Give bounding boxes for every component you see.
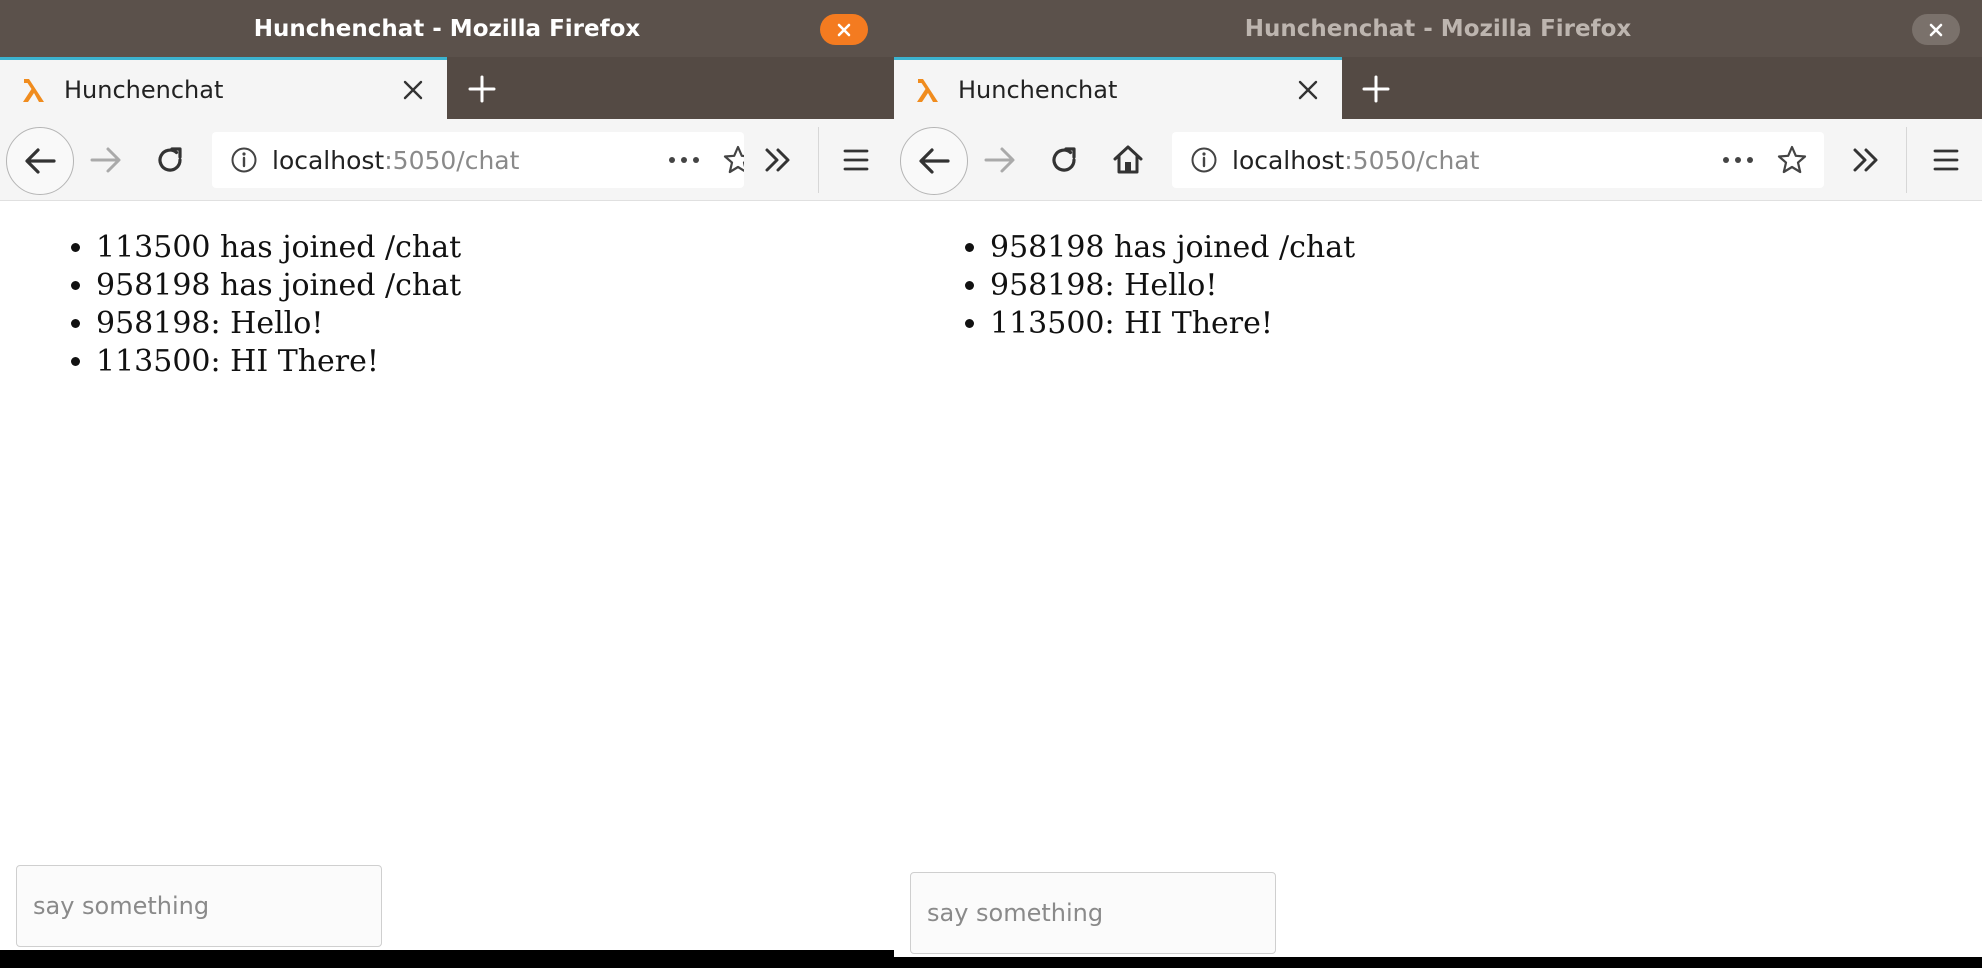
window-close-button[interactable] xyxy=(820,14,868,45)
chat-message: 958198 has joined /chat xyxy=(990,229,1355,267)
hamburger-menu-icon xyxy=(843,149,869,171)
bookmark-star-button[interactable] xyxy=(1776,144,1808,180)
navigation-toolbar: localhost:5050/chat xyxy=(894,119,1982,201)
chat-message: 113500 has joined /chat xyxy=(96,229,461,267)
window-close-button[interactable] xyxy=(1912,14,1960,45)
info-icon xyxy=(1191,147,1217,173)
plus-icon xyxy=(468,75,496,103)
close-icon xyxy=(1298,80,1318,99)
forward-arrow-icon xyxy=(984,147,1015,173)
reload-icon xyxy=(1052,147,1076,172)
plus-icon xyxy=(1362,75,1390,103)
firefox-window-left: Hunchenchat - Mozilla Firefox Hunchencha… xyxy=(0,0,894,950)
chat-message: 958198 has joined /chat xyxy=(96,267,461,305)
url-text: localhost:5050/chat xyxy=(272,146,519,175)
app-menu-button[interactable] xyxy=(834,138,878,182)
back-button[interactable] xyxy=(6,127,74,195)
tab-strip: Hunchenchat xyxy=(894,57,1982,119)
chat-message: 958198: Hello! xyxy=(990,267,1355,305)
new-tab-button[interactable] xyxy=(1354,67,1398,111)
forward-arrow-icon xyxy=(90,147,121,173)
tab-close-button[interactable] xyxy=(1288,70,1328,110)
url-text: localhost:5050/chat xyxy=(1232,146,1479,175)
star-icon xyxy=(723,145,744,174)
window-title: Hunchenchat - Mozilla Firefox xyxy=(253,15,641,42)
firefox-window-right: Hunchenchat - Mozilla Firefox Hunchencha… xyxy=(894,0,1982,957)
overflow-menu-button[interactable] xyxy=(1844,138,1888,182)
new-tab-button[interactable] xyxy=(460,67,504,111)
page-content: 958198 has joined /chat 958198: Hello! 1… xyxy=(894,201,1982,957)
home-button[interactable] xyxy=(1106,138,1150,182)
toolbar-separator xyxy=(818,127,819,193)
hamburger-menu-icon xyxy=(1933,149,1959,171)
overflow-menu-button[interactable] xyxy=(756,138,800,182)
back-button[interactable] xyxy=(900,127,968,195)
url-path: :5050/chat xyxy=(384,145,520,175)
back-arrow-icon xyxy=(919,148,950,174)
close-icon xyxy=(1929,23,1943,36)
window-title: Hunchenchat - Mozilla Firefox xyxy=(1244,15,1632,42)
tab-hunchenchat[interactable]: Hunchenchat xyxy=(0,57,447,119)
url-host: localhost xyxy=(272,145,385,175)
chat-message: 113500: HI There! xyxy=(990,305,1355,343)
star-icon xyxy=(1777,145,1807,174)
page-content: 113500 has joined /chat 958198 has joine… xyxy=(0,201,894,950)
forward-button[interactable] xyxy=(84,138,128,182)
url-bar[interactable]: localhost:5050/chat xyxy=(1172,132,1824,188)
page-actions-button[interactable] xyxy=(666,146,702,178)
forward-button[interactable] xyxy=(978,138,1022,182)
close-icon xyxy=(403,80,423,99)
lambda-icon xyxy=(16,72,52,108)
window-titlebar[interactable]: Hunchenchat - Mozilla Firefox xyxy=(0,0,894,57)
chat-message-list: 113500 has joined /chat 958198 has joine… xyxy=(0,229,461,381)
url-host: localhost xyxy=(1232,145,1345,175)
app-menu-button[interactable] xyxy=(1924,138,1968,182)
tab-label: Hunchenchat xyxy=(958,75,1118,104)
home-icon xyxy=(1113,145,1143,174)
navigation-toolbar: localhost:5050/chat xyxy=(0,119,894,201)
tab-hunchenchat[interactable]: Hunchenchat xyxy=(894,57,1342,119)
tab-strip: Hunchenchat xyxy=(0,57,894,119)
tab-close-button[interactable] xyxy=(393,70,433,110)
chat-message: 113500: HI There! xyxy=(96,343,461,381)
url-path: :5050/chat xyxy=(1344,145,1480,175)
chat-message-list: 958198 has joined /chat 958198: Hello! 1… xyxy=(894,229,1355,343)
reload-button[interactable] xyxy=(1042,138,1086,182)
reload-icon xyxy=(158,147,182,172)
overflow-chevrons-icon xyxy=(765,148,790,172)
reload-button[interactable] xyxy=(148,138,192,182)
url-bar[interactable]: localhost:5050/chat xyxy=(212,132,744,188)
overflow-chevrons-icon xyxy=(1853,148,1878,172)
bookmark-star-button[interactable] xyxy=(722,144,744,180)
page-actions-button[interactable] xyxy=(1720,146,1756,178)
toolbar-separator xyxy=(1906,127,1907,193)
tab-label: Hunchenchat xyxy=(64,75,224,104)
back-arrow-icon xyxy=(25,148,56,174)
say-something-input[interactable] xyxy=(16,865,382,947)
lambda-icon xyxy=(910,72,946,108)
more-dots-icon xyxy=(1723,157,1753,163)
info-icon xyxy=(231,147,257,173)
close-icon xyxy=(837,23,851,36)
more-dots-icon xyxy=(669,157,699,163)
say-something-input[interactable] xyxy=(910,872,1276,954)
chat-message: 958198: Hello! xyxy=(96,305,461,343)
window-titlebar[interactable]: Hunchenchat - Mozilla Firefox xyxy=(894,0,1982,57)
